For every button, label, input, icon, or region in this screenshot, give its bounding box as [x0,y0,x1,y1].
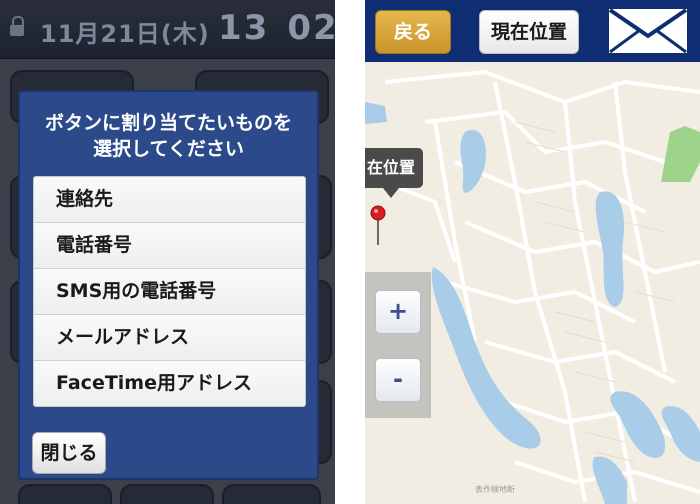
callout-pointer [383,188,399,198]
map-toolbar: 戻る 現在位置 [365,0,700,62]
map-attribution: 表作検地断 [475,485,515,494]
clock-hour: 13 [218,8,270,48]
option-phone-number[interactable]: 電話番号 [34,223,305,269]
zoom-controls: + - [365,272,431,418]
lock-icon [10,16,24,38]
map-pin-icon[interactable] [370,205,386,245]
background-tile [120,484,214,504]
option-facetime-address[interactable]: FaceTime用アドレス [34,361,305,406]
option-contact[interactable]: 連絡先 [34,177,305,223]
map-screen: 戻る 現在位置 在位置 + - 表作検地断 [365,0,700,504]
option-email-address[interactable]: メールアドレス [34,315,305,361]
date-label: 11月21日(木) [40,20,210,48]
contact-picker-screen: 11月21日(木) 13 02 ボタンに割り当てたいものを 選択してください 連絡… [0,0,335,504]
option-sms-phone-number[interactable]: SMS用の電話番号 [34,269,305,315]
envelope-icon[interactable] [608,8,688,54]
dialog-title: ボタンに割り当てたいものを 選択してください [20,110,317,162]
option-list: 連絡先 電話番号 SMS用の電話番号 メールアドレス FaceTime用アドレス [33,176,306,407]
lock-status-bar: 11月21日(木) 13 02 [0,0,335,59]
current-location-button[interactable]: 現在位置 [479,10,579,54]
clock: 13 02 [218,8,335,48]
zoom-out-button[interactable]: - [375,358,421,402]
back-button[interactable]: 戻る [375,10,451,54]
background-tile [222,484,321,504]
background-tile [18,484,112,504]
assign-button-dialog: ボタンに割り当てたいものを 選択してください 連絡先 電話番号 SMS用の電話番… [18,90,319,480]
dialog-title-line1: ボタンに割り当てたいものを [44,112,292,134]
dialog-title-line2: 選択してください [93,138,244,160]
zoom-in-button[interactable]: + [375,290,421,334]
location-marker-callout[interactable]: 在位置 [365,148,423,188]
close-button[interactable]: 閉じる [32,432,106,474]
clock-minute: 02 [287,8,335,48]
